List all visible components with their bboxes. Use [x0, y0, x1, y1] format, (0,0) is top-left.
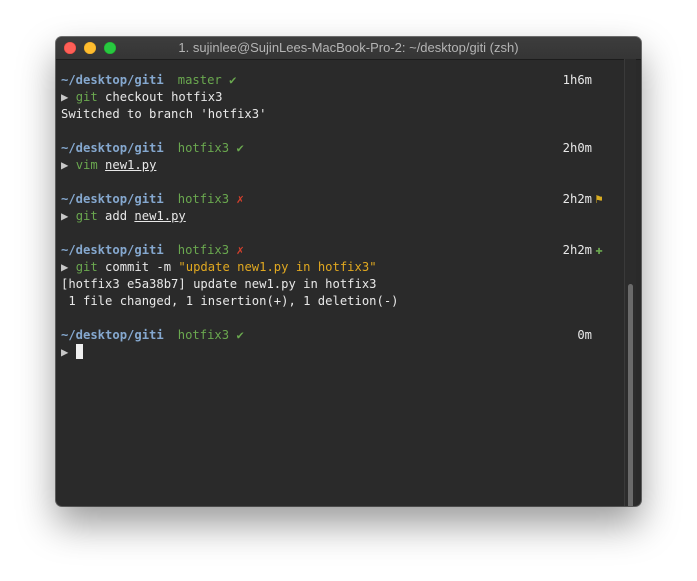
command-name: git	[75, 209, 98, 223]
command-line: ▶ vim new1.py	[61, 157, 606, 174]
output-line: 1 file changed, 1 insertion(+), 1 deleti…	[61, 294, 399, 308]
elapsed-time-text: 1h6m	[562, 73, 592, 87]
title-bar[interactable]: 1. sujinlee@SujinLees-MacBook-Pro-2: ~/d…	[56, 37, 641, 60]
file-path: new1.py	[134, 209, 186, 223]
command-line: ▶ git checkout hotfix3	[61, 89, 606, 106]
output-line: Switched to branch 'hotfix3'	[61, 107, 267, 121]
elapsed-time-text: 2h0m	[562, 141, 592, 155]
prompt-line: ~/desktop/giti hotfix3 ✗ 2h2m ⚑	[61, 191, 606, 208]
prompt-branch: hotfix3	[177, 243, 230, 257]
prompt-branch: hotfix3	[177, 328, 230, 342]
elapsed-time: 2h2m ✚	[563, 242, 606, 259]
prompt-path: ~/desktop/giti	[61, 73, 164, 87]
prompt-path: ~/desktop/giti	[61, 328, 164, 342]
command-line: ▶ git add new1.py	[61, 208, 606, 225]
commit-message: "update new1.py in hotfix3"	[178, 260, 377, 274]
prompt-path: ~/desktop/giti	[61, 141, 164, 155]
prompt-arrow-icon: ▶	[61, 158, 69, 172]
prompt-branch: hotfix3	[177, 141, 230, 155]
prompt-branch: hotfix3	[177, 192, 230, 206]
elapsed-time-text: 2h2m	[562, 192, 592, 206]
elapsed-time: 2h2m ⚑	[563, 191, 606, 208]
elapsed-time: 1h6m	[563, 72, 606, 89]
input-line[interactable]: ▶	[61, 344, 606, 361]
status-ok-icon: ✔	[236, 141, 244, 155]
prompt-arrow-icon: ▶	[61, 345, 69, 359]
command-args: commit -m	[97, 260, 179, 274]
output-line: [hotfix3 e5a38b7] update new1.py in hotf…	[61, 277, 377, 291]
terminal-output[interactable]: ~/desktop/giti master ✔ 1h6m ▶ git checkou…	[61, 72, 606, 361]
prompt-arrow-icon: ▶	[61, 209, 69, 223]
text-cursor	[75, 344, 83, 359]
command-name: vim	[75, 158, 98, 172]
status-ok-icon: ✔	[229, 73, 237, 87]
prompt-arrow-icon: ▶	[61, 260, 69, 274]
terminal-window: 1. sujinlee@SujinLees-MacBook-Pro-2: ~/d…	[56, 37, 641, 506]
window-title: 1. sujinlee@SujinLees-MacBook-Pro-2: ~/d…	[178, 40, 519, 55]
prompt-line: ~/desktop/giti hotfix3 ✗ 2h2m ✚	[61, 242, 606, 259]
command-args: add	[97, 209, 135, 223]
command-args: checkout hotfix3	[97, 90, 223, 104]
prompt-line: ~/desktop/giti master ✔ 1h6m	[61, 72, 606, 89]
prompt-path: ~/desktop/giti	[61, 243, 164, 257]
vertical-scrollbar[interactable]	[624, 59, 636, 506]
status-ok-icon: ✔	[236, 328, 244, 342]
command-line: ▶ git commit -m "update new1.py in hotfi…	[61, 259, 606, 276]
status-dirty-icon: ✗	[236, 243, 244, 257]
command-name: git	[75, 90, 98, 104]
prompt-arrow-icon: ▶	[61, 90, 69, 104]
file-path: new1.py	[105, 158, 157, 172]
flag-icon: ⚑	[595, 192, 603, 206]
elapsed-time: 0m	[577, 327, 606, 344]
scrollbar-thumb[interactable]	[628, 284, 633, 506]
prompt-line: ~/desktop/giti hotfix3 ✔ 2h0m	[61, 140, 606, 157]
plus-icon: ✚	[595, 243, 603, 257]
prompt-line: ~/desktop/giti hotfix3 ✔ 0m	[61, 327, 606, 344]
elapsed-time: 2h0m	[563, 140, 606, 157]
prompt-path: ~/desktop/giti	[61, 192, 164, 206]
prompt-branch: master	[177, 73, 222, 87]
status-dirty-icon: ✗	[236, 192, 244, 206]
elapsed-time-text: 0m	[577, 328, 592, 342]
elapsed-time-text: 2h2m	[562, 243, 592, 257]
command-name: git	[75, 260, 98, 274]
